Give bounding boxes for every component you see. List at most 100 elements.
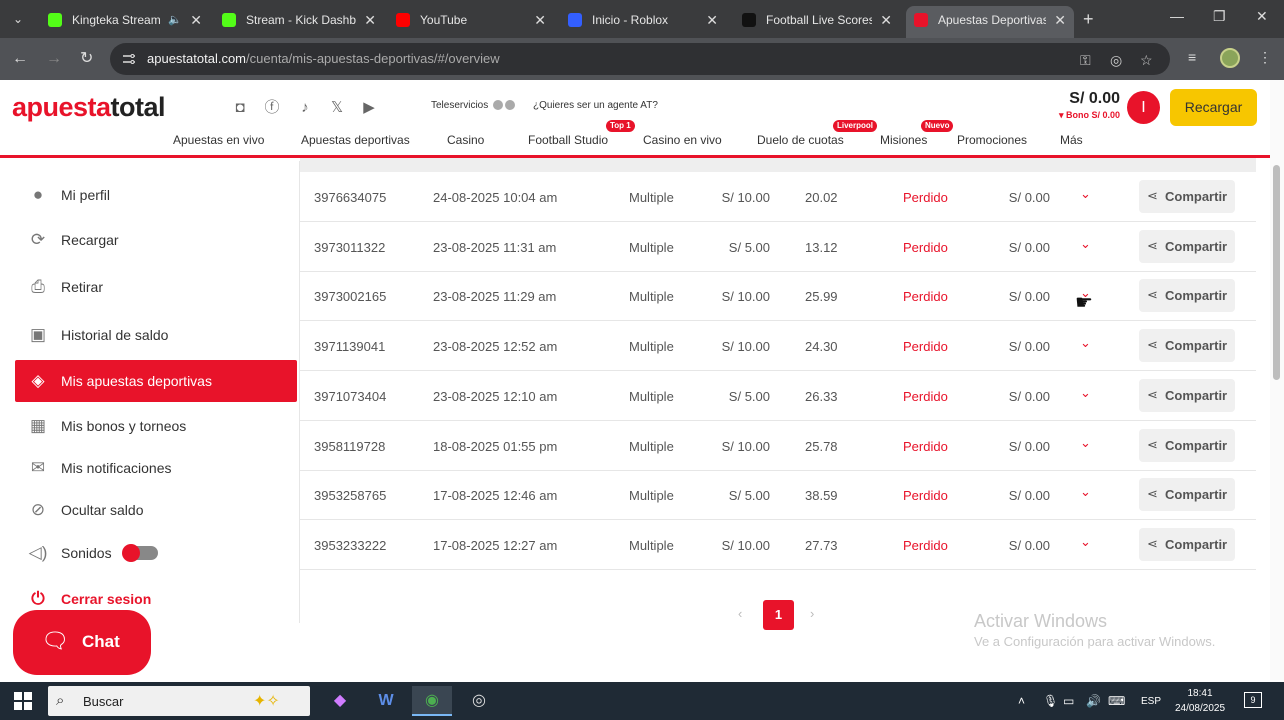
- browser-tab[interactable]: YouTube ✕: [388, 6, 554, 34]
- forward-button[interactable]: →: [46, 49, 62, 69]
- current-page[interactable]: 1: [763, 600, 794, 630]
- sidebar-item[interactable]: ◁) Sonidos: [15, 532, 297, 574]
- facebook-icon[interactable]: ⓕ: [262, 98, 282, 118]
- share-label: Compartir: [1165, 288, 1228, 304]
- share-button[interactable]: ⋖ Compartir: [1139, 428, 1235, 462]
- media-control-icon[interactable]: ≡: [1188, 49, 1196, 65]
- user-avatar[interactable]: I: [1127, 91, 1160, 124]
- teleservicios[interactable]: Teleservicios: [431, 100, 516, 111]
- agent-link[interactable]: ¿Quieres ser un agente AT?: [533, 100, 658, 111]
- tab-title: YouTube: [420, 13, 468, 27]
- bono-balance[interactable]: ▾ Bono S/ 0.00: [1030, 110, 1120, 121]
- browser-tab[interactable]: Football Live Scores, ✕: [734, 6, 900, 34]
- share-button[interactable]: ⋖ Compartir: [1139, 180, 1235, 213]
- notification-center-icon[interactable]: 9: [1244, 692, 1262, 708]
- language-indicator[interactable]: ESP: [1141, 696, 1161, 707]
- sidebar-item[interactable]: ▦ Mis bonos y torneos: [15, 405, 297, 447]
- volume-icon[interactable]: 🔊: [1086, 694, 1101, 708]
- nav-link[interactable]: Casino en vivo: [643, 133, 722, 147]
- browser-menu-icon[interactable]: ⋮: [1258, 49, 1272, 66]
- browser-tab[interactable]: Kingteka Stream ✕ 🔈: [40, 6, 210, 34]
- profile-avatar[interactable]: [1220, 48, 1240, 68]
- word-app-icon[interactable]: W: [366, 686, 406, 716]
- sidebar-item[interactable]: ⊘ Ocultar saldo: [15, 489, 297, 531]
- instagram-icon[interactable]: ◘: [230, 98, 250, 118]
- share-button[interactable]: ⋖ Compartir: [1139, 229, 1235, 263]
- tab-audio-icon[interactable]: 🔈: [168, 6, 182, 34]
- eye-off-icon[interactable]: ◎: [1110, 52, 1122, 69]
- tab-close-icon[interactable]: ✕: [190, 6, 202, 34]
- browser-tab[interactable]: Inicio - Roblox ✕: [560, 6, 726, 34]
- browser-tab[interactable]: Stream - Kick Dashbo ✕: [214, 6, 384, 34]
- expand-chevron-icon[interactable]: ⌄: [1080, 335, 1091, 351]
- sidebar-item[interactable]: ◈ Mis apuestas deportivas: [15, 360, 297, 402]
- share-button[interactable]: ⋖ Compartir: [1139, 329, 1235, 363]
- nav-link[interactable]: Football Studio: [528, 133, 608, 147]
- site-settings-icon[interactable]: [122, 52, 136, 66]
- windows-start-icon[interactable]: [14, 692, 32, 710]
- chrome-app-icon[interactable]: ◉: [412, 686, 452, 716]
- sound-toggle[interactable]: [122, 544, 158, 562]
- youtube-icon[interactable]: ▶: [359, 98, 379, 118]
- expand-chevron-icon[interactable]: ⌄: [1080, 186, 1091, 202]
- tab-favicon-icon: [396, 13, 410, 27]
- expand-chevron-icon[interactable]: ⌄: [1080, 236, 1091, 252]
- copilot-app-icon[interactable]: ◆: [320, 686, 360, 716]
- tab-close-icon[interactable]: ✕: [1054, 6, 1066, 34]
- address-bar[interactable]: apuestatotal.com/cuenta/mis-apuestas-dep…: [110, 43, 1170, 75]
- taskbar-search[interactable]: ⌕ Buscar ✦✧: [48, 686, 310, 716]
- scrollbar-thumb[interactable]: [1273, 165, 1280, 380]
- tab-close-icon[interactable]: ✕: [706, 6, 718, 34]
- share-button[interactable]: ⋖ Compartir: [1139, 478, 1235, 512]
- expand-chevron-icon[interactable]: ⌄: [1080, 385, 1091, 401]
- tray-expand-icon[interactable]: ˄: [1018, 694, 1025, 708]
- bet-date: 17-08-2025 12:46 am: [433, 488, 558, 504]
- password-key-icon[interactable]: ⚿: [1080, 52, 1091, 69]
- maximize-button[interactable]: ❐: [1213, 8, 1226, 25]
- share-button[interactable]: ⋖ Compartir: [1139, 378, 1235, 412]
- microphone-icon[interactable]: 🎙: [1043, 694, 1058, 708]
- expand-chevron-icon[interactable]: ⌄: [1080, 435, 1091, 451]
- sidebar-item[interactable]: ⟳ Recargar: [15, 219, 297, 261]
- tab-close-icon[interactable]: ✕: [364, 6, 376, 34]
- tab-close-icon[interactable]: ✕: [534, 6, 546, 34]
- share-button[interactable]: ⋖ Compartir: [1139, 527, 1235, 561]
- bet-gain: S/ 0.00: [1008, 438, 1050, 454]
- share-icon: ⋖: [1147, 486, 1158, 502]
- network-icon[interactable]: ▭: [1063, 694, 1074, 708]
- new-tab-button[interactable]: +: [1083, 8, 1094, 30]
- nav-link[interactable]: Apuestas deportivas: [301, 133, 410, 147]
- bookmark-star-icon[interactable]: ☆: [1140, 52, 1153, 69]
- tiktok-icon[interactable]: ♪: [295, 98, 315, 118]
- sidebar-item[interactable]: ✉ Mis notificaciones: [15, 447, 297, 489]
- nav-link[interactable]: Promociones: [957, 133, 1027, 147]
- back-button[interactable]: ←: [12, 49, 28, 69]
- minimize-button[interactable]: —: [1170, 8, 1184, 24]
- reload-button[interactable]: ↻: [80, 49, 93, 69]
- window-close-button[interactable]: ✕: [1256, 8, 1268, 25]
- expand-chevron-icon[interactable]: ⌄: [1080, 484, 1091, 500]
- bet-result: Perdido: [903, 339, 948, 355]
- sidebar-item[interactable]: ▣ Historial de saldo: [15, 314, 297, 356]
- chat-button[interactable]: 🗨 Chat: [13, 610, 151, 675]
- sidebar-item[interactable]: ⎙ Retirar: [15, 266, 297, 308]
- site-logo[interactable]: apuestatotal: [12, 92, 166, 123]
- x-icon[interactable]: 𝕏: [327, 98, 347, 118]
- keyboard-icon[interactable]: ⌨: [1108, 694, 1125, 708]
- taskbar-clock[interactable]: 18:41 24/08/2025: [1170, 686, 1230, 716]
- recargar-button[interactable]: Recargar: [1170, 89, 1257, 126]
- sidebar-item[interactable]: ● Mi perfil: [15, 174, 297, 216]
- expand-chevron-icon[interactable]: ⌄: [1080, 534, 1091, 550]
- tab-search-button[interactable]: ⌄: [6, 8, 30, 30]
- browser-tab[interactable]: Apuestas Deportivas ✕: [906, 6, 1074, 38]
- nav-link[interactable]: Casino: [447, 133, 484, 147]
- prev-page-button[interactable]: ‹: [738, 606, 742, 621]
- nav-link[interactable]: Misiones: [880, 133, 927, 147]
- next-page-button[interactable]: ›: [810, 606, 814, 621]
- nav-link[interactable]: Apuestas en vivo: [173, 133, 264, 147]
- nav-link[interactable]: Más: [1060, 133, 1083, 147]
- obs-app-icon[interactable]: ◎: [459, 686, 499, 716]
- nav-link[interactable]: Duelo de cuotas: [757, 133, 844, 147]
- tab-close-icon[interactable]: ✕: [880, 6, 892, 34]
- share-button[interactable]: ⋖ Compartir: [1139, 279, 1235, 313]
